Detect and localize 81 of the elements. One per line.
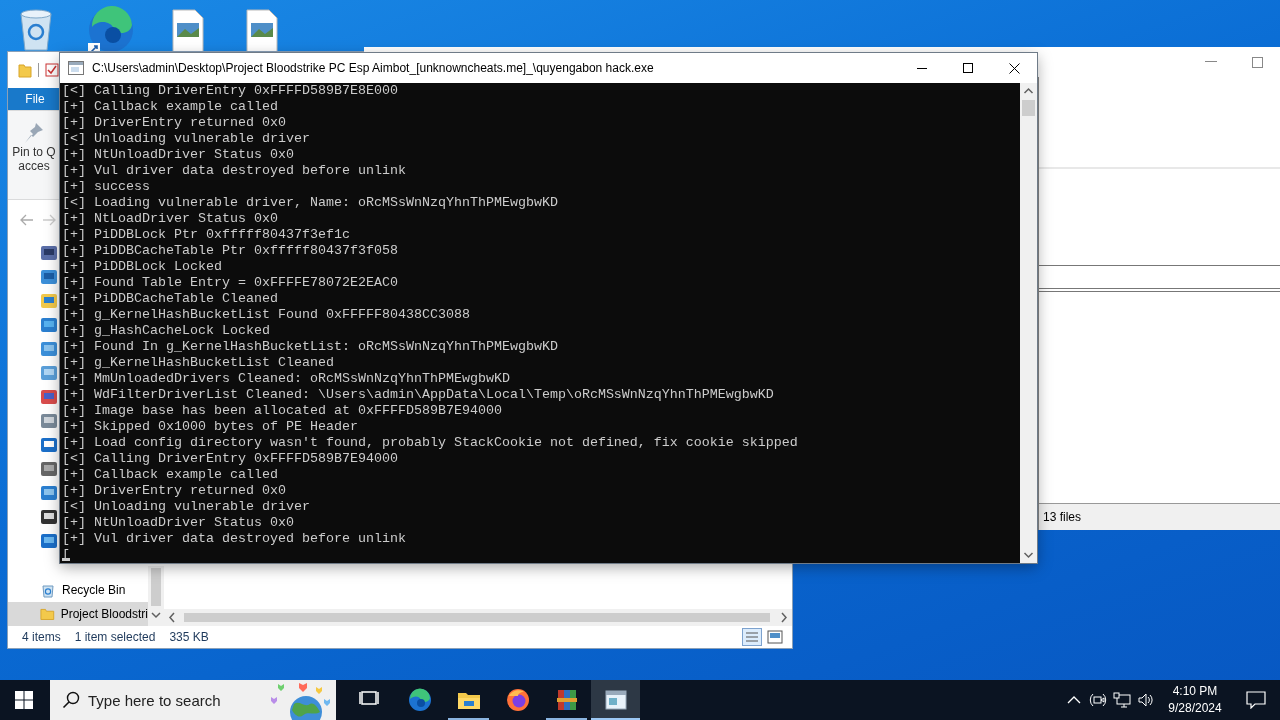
console-line: [+] PiDDBCacheTable Cleaned xyxy=(62,291,279,307)
console-line: [+] DriverEntry returned 0x0 xyxy=(62,483,287,499)
console-line: [<] Calling DriverEntry 0xFFFFD589B7E8E000 xyxy=(62,83,399,99)
control-panel-icon[interactable] xyxy=(40,388,58,406)
console-line: [+] g_KernelHashBucketList Cleaned xyxy=(62,355,335,371)
console-line: [+] g_HashCacheLock Locked xyxy=(62,323,271,339)
console-line: [+] Image base has been allocated at 0xFFFFD589B7E94000 xyxy=(62,403,503,419)
scrollbar-thumb[interactable] xyxy=(1020,99,1037,117)
control-panel-icon[interactable] xyxy=(40,268,58,286)
recycle-bin-icon xyxy=(40,582,56,598)
recycle-bin-icon[interactable] xyxy=(17,8,55,52)
large-icons-view-icon[interactable] xyxy=(766,628,784,646)
nav-pane-item[interactable]: Project Bloodstri xyxy=(8,602,148,626)
minimize-icon xyxy=(917,67,927,69)
console-line: [+] NtUnloadDriver Status 0x0 xyxy=(62,147,295,163)
search-box[interactable]: Type here to search xyxy=(50,680,336,720)
vertical-scrollbar[interactable] xyxy=(148,566,164,626)
clock-time: 4:10 PM xyxy=(1172,683,1218,700)
console-line: [+] DriverEntry returned 0x0 xyxy=(62,115,287,131)
volume-icon[interactable] xyxy=(1137,692,1155,708)
selection-info: 1 item selected xyxy=(74,630,156,644)
taskbar-app-button[interactable] xyxy=(591,680,640,720)
console-line: [+] Callback example called xyxy=(62,99,279,115)
console-line: [+] MmUnloadedDrivers Cleaned: oRcMSsWnNzqYhnThPMEwgbwKD xyxy=(62,371,511,387)
properties-icon[interactable] xyxy=(45,63,59,77)
control-panel-icon[interactable] xyxy=(40,244,58,262)
console-line: [+] NtUnloadDriver Status 0x0 xyxy=(62,515,295,531)
console-app-icon xyxy=(68,61,84,75)
maximize-icon xyxy=(1251,56,1263,68)
meet-now-icon[interactable] xyxy=(1089,691,1107,709)
control-panel-icon[interactable] xyxy=(40,532,58,550)
console-line: [+] Vul driver data destroyed before unlink xyxy=(62,531,407,547)
file-count: 13 files xyxy=(1043,510,1082,524)
console-line: [<] Calling DriverEntry 0xFFFFD589B7E94000 xyxy=(62,451,399,467)
console-line: [+] g_KernelHashBucketList Found 0xFFFFF80438CC3088 xyxy=(62,307,471,323)
network-icon[interactable] xyxy=(1113,692,1131,708)
console-line: [<] Unloading vulnerable driver xyxy=(62,499,311,515)
control-panel-icon[interactable] xyxy=(40,436,58,454)
text-cursor xyxy=(62,558,70,561)
windows-logo-icon xyxy=(15,691,33,709)
pin-label: Pin to Q acces xyxy=(12,145,56,173)
window-title: C:\Users\admin\Desktop\Project Bloodstrike PC Esp Aimbot_[unknowncheats.me]_\quyengabon hack.exe xyxy=(92,61,655,75)
search-icon xyxy=(62,691,80,709)
nav-pane-item[interactable]: Recycle Bin xyxy=(8,578,148,602)
console-line: [+] Found Table Entry = 0xFFFFE78072E2EAC0 xyxy=(62,275,399,291)
folder-icon xyxy=(40,606,55,622)
console-app-icon xyxy=(603,688,628,712)
console-line: [+] Callback example called xyxy=(62,467,279,483)
maximize-icon xyxy=(963,63,973,73)
console-line: [+] NtLoadDriver Status 0x0 xyxy=(62,211,279,227)
scrollbar-thumb[interactable] xyxy=(148,566,164,606)
clock[interactable]: 4:10 PM 9/28/2024 xyxy=(1158,683,1232,717)
search-input[interactable]: Type here to search xyxy=(88,691,248,709)
console-line: [<] Unloading vulnerable driver xyxy=(62,131,311,147)
notification-icon xyxy=(1246,691,1266,709)
console-line: [+] Vul driver data destroyed before unlink xyxy=(62,163,407,179)
image-file-icon[interactable] xyxy=(246,9,278,53)
console-line: [+] PiDDBLock Ptr 0xfffff80437f3ef1c xyxy=(62,227,351,243)
minimize-icon xyxy=(1205,61,1217,63)
browser-icon xyxy=(407,688,432,712)
chevron-up-icon[interactable] xyxy=(1067,696,1081,704)
file-tab[interactable]: File xyxy=(8,88,62,110)
firefox-icon xyxy=(505,688,530,712)
item-count: 4 items xyxy=(22,630,61,644)
close-icon xyxy=(1008,62,1020,74)
control-panel-icon[interactable] xyxy=(40,460,58,478)
control-panel-icon[interactable] xyxy=(40,508,58,526)
console-line: [<] Loading vulnerable driver, Name: oRcMSsWnNzqYhnThPMEwgbwKD xyxy=(62,195,559,211)
image-file-icon[interactable] xyxy=(172,9,204,53)
pin-button[interactable]: Pin to Q acces xyxy=(8,111,60,173)
vertical-scrollbar[interactable] xyxy=(1020,83,1037,563)
selection-size: 335 KB xyxy=(169,630,209,644)
console-line: [+] Load config directory wasn't found, probably StackCookie not defined, fix cookie skipped xyxy=(62,435,799,451)
archive-icon xyxy=(554,688,579,712)
console-line: [+] PiDDBCacheTable Ptr 0xfffff80437f3f058 xyxy=(62,243,399,259)
console-line: [+] Found In g_KernelHashBucketList: oRcMSsWnNzqYhnThPMEwgbwKD xyxy=(62,339,559,355)
console-line: [+] PiDDBLock Locked xyxy=(62,259,223,275)
console-line: [+] success xyxy=(62,179,151,195)
console-line: [+] WdFilterDriverList Cleaned: \Users\admin\AppData\Local\Temp\oRcMSsWnNzqYhnThPMEwgbwKD xyxy=(62,387,775,403)
clock-date: 9/28/2024 xyxy=(1168,700,1222,717)
console-line: [+] Skipped 0x1000 bytes of PE Header xyxy=(62,419,359,435)
